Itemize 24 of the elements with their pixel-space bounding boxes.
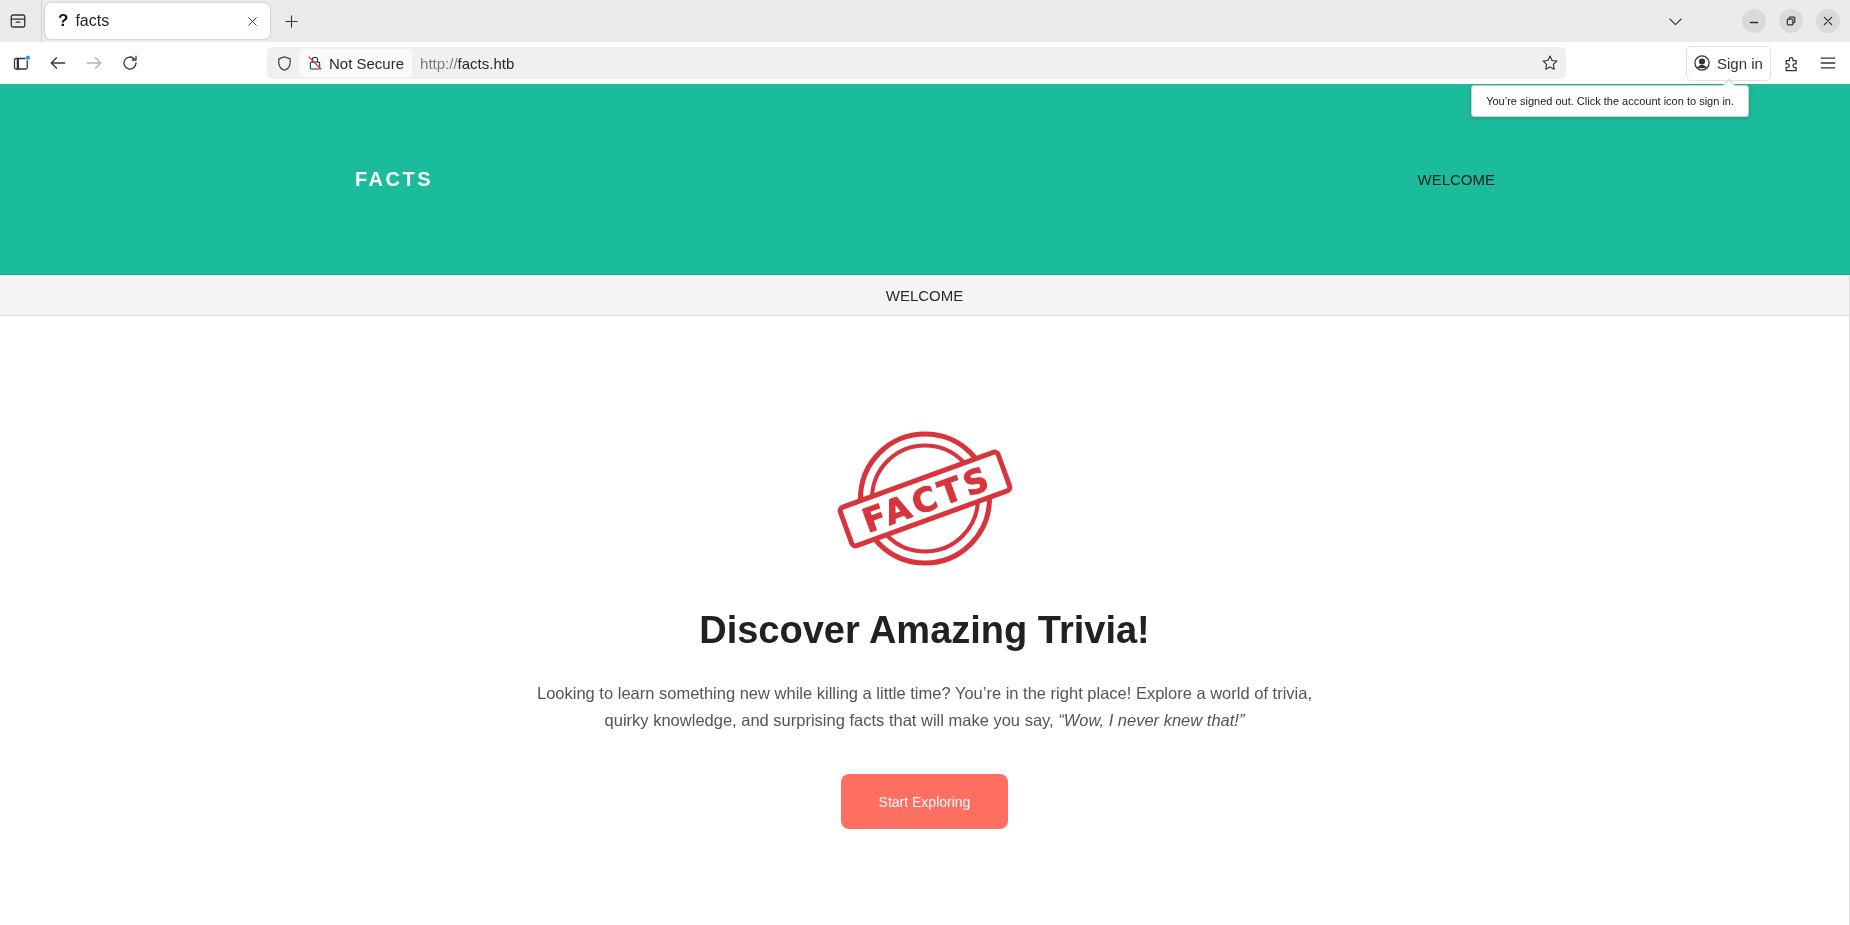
nav-link[interactable]: WELCOME	[1417, 170, 1495, 188]
lock-slash-icon	[307, 55, 323, 71]
hero-paragraph: Looking to learn something new while killing a little time? You’re in the right place! Explore a world of trivia, quirky knowledge, and surprising facts that will make you say, “Wow, I never knew that!”	[536, 683, 1313, 731]
plus-icon[interactable]	[284, 13, 299, 29]
sidebar-icon[interactable]	[13, 54, 31, 72]
restore-icon[interactable]	[1779, 9, 1803, 33]
subnav-link[interactable]: WELCOME	[885, 286, 964, 304]
close-icon[interactable]	[1816, 9, 1840, 33]
signed-out-tooltip: You’re signed out. Click the account icon to sign in.	[1471, 79, 1749, 117]
drawer-icon[interactable]	[9, 12, 27, 30]
sign-in-button[interactable]: Sign in	[1686, 45, 1771, 81]
account-icon	[1693, 54, 1711, 72]
close-icon[interactable]	[246, 14, 259, 28]
star-icon[interactable]	[1541, 54, 1559, 72]
not-secure-badge[interactable]: Not Secure	[299, 49, 413, 77]
question-mark-icon: ?	[58, 11, 69, 31]
shield-icon[interactable]	[276, 54, 293, 72]
address-bar[interactable]: Not Secure http://facts.htb	[267, 47, 1566, 79]
menu-icon[interactable]	[1818, 54, 1837, 72]
back-arrow-icon[interactable]	[49, 54, 67, 72]
url-text[interactable]: http://facts.htb	[420, 54, 515, 72]
reload-icon[interactable]	[121, 54, 139, 72]
hero-heading: Discover Amazing Trivia!	[699, 608, 1150, 652]
browser-tab[interactable]: ? facts	[45, 3, 270, 39]
